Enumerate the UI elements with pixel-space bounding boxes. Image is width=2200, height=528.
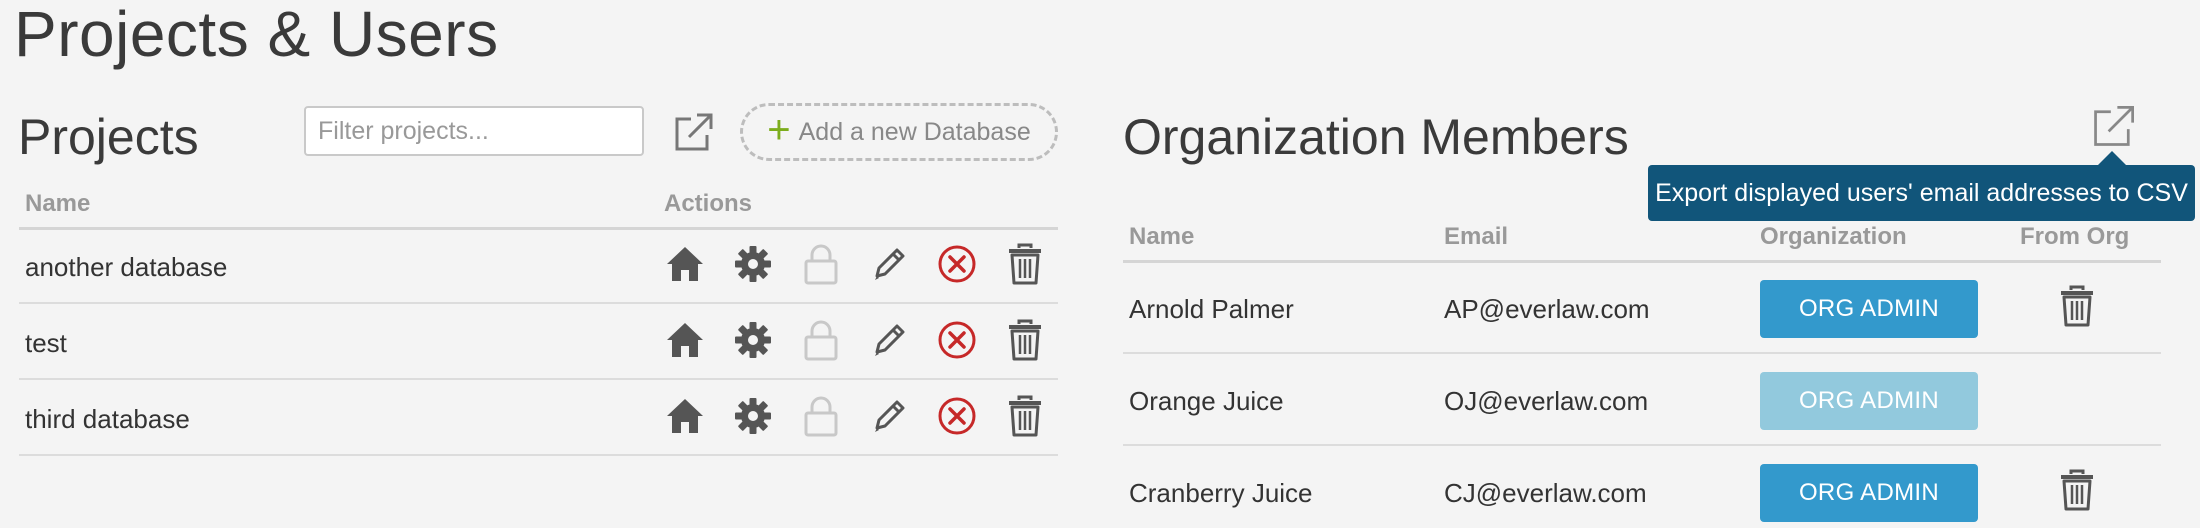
pencil-button[interactable] — [867, 320, 911, 364]
home-button[interactable] — [663, 396, 707, 440]
member-row: Orange Juice OJ@everlaw.com ORG ADMIN — [1123, 354, 2161, 446]
home-icon — [665, 397, 705, 440]
close-circle-button[interactable] — [935, 244, 979, 288]
remove-member-button[interactable] — [2055, 469, 2099, 516]
projects-heading: Projects — [18, 109, 199, 165]
pencil-icon — [869, 396, 909, 441]
close-circle-icon — [937, 320, 977, 365]
trash-button[interactable] — [1003, 319, 1047, 366]
org-admin-button[interactable]: ORG ADMIN — [1760, 372, 1978, 430]
close-circle-button[interactable] — [935, 320, 979, 364]
row-divider — [19, 454, 1058, 456]
gear-button[interactable] — [731, 320, 775, 364]
gear-icon — [733, 244, 773, 289]
pencil-button[interactable] — [867, 396, 911, 440]
member-email: AP@everlaw.com — [1444, 294, 1650, 324]
project-row: another database — [19, 228, 1058, 304]
home-button[interactable] — [663, 244, 707, 288]
projects-col-actions: Actions — [664, 190, 753, 217]
member-name: Orange Juice — [1129, 386, 1284, 416]
gear-button[interactable] — [731, 396, 775, 440]
project-name: third database — [25, 404, 190, 434]
home-button[interactable] — [663, 320, 707, 364]
export-projects-button[interactable] — [668, 108, 718, 158]
lock-icon — [803, 243, 839, 290]
external-link-icon — [675, 113, 713, 151]
pencil-button[interactable] — [867, 244, 911, 288]
home-icon — [665, 245, 705, 288]
members-heading: Organization Members — [1123, 109, 1629, 165]
page-title: Projects & Users — [14, 0, 499, 70]
export-members-button[interactable] — [2086, 100, 2140, 154]
lock-icon — [803, 319, 839, 366]
add-database-button[interactable]: + Add a new Database — [740, 103, 1058, 161]
lock-button[interactable] — [799, 396, 843, 440]
trash-button[interactable] — [1003, 243, 1047, 290]
org-admin-button[interactable]: ORG ADMIN — [1760, 464, 1978, 522]
members-col-organization: Organization — [1760, 223, 1907, 250]
project-row: test — [19, 304, 1058, 380]
remove-member-button[interactable] — [2055, 285, 2099, 332]
close-circle-icon — [937, 396, 977, 441]
external-link-icon — [2094, 106, 2134, 146]
close-circle-icon — [937, 244, 977, 289]
trash-icon — [1007, 243, 1043, 290]
member-row: Cranberry Juice CJ@everlaw.com ORG ADMIN — [1123, 446, 2161, 528]
lock-icon — [803, 395, 839, 442]
lock-button[interactable] — [799, 244, 843, 288]
add-database-label: Add a new Database — [798, 117, 1031, 146]
trash-icon — [1007, 395, 1043, 442]
project-name: another database — [25, 252, 228, 282]
member-email: CJ@everlaw.com — [1444, 478, 1647, 508]
members-col-from-org: From Org — [2020, 223, 2130, 250]
filter-projects-input[interactable] — [304, 106, 644, 156]
plus-icon: + — [767, 108, 791, 152]
org-admin-button[interactable]: ORG ADMIN — [1760, 280, 1978, 338]
member-name: Cranberry Juice — [1129, 478, 1313, 508]
member-row: Arnold Palmer AP@everlaw.com ORG ADMIN — [1123, 262, 2161, 354]
member-email: OJ@everlaw.com — [1444, 386, 1649, 416]
pencil-icon — [869, 320, 909, 365]
project-row: third database — [19, 380, 1058, 456]
gear-button[interactable] — [731, 244, 775, 288]
gear-icon — [733, 396, 773, 441]
trash-icon — [1007, 319, 1043, 366]
pencil-icon — [869, 244, 909, 289]
gear-icon — [733, 320, 773, 365]
home-icon — [665, 321, 705, 364]
project-name: test — [25, 328, 67, 358]
tooltip-arrow — [2098, 151, 2126, 165]
member-name: Arnold Palmer — [1129, 294, 1294, 324]
trash-icon — [2059, 285, 2095, 332]
members-col-email: Email — [1444, 223, 1509, 250]
trash-button[interactable] — [1003, 395, 1047, 442]
lock-button[interactable] — [799, 320, 843, 364]
trash-icon — [2059, 469, 2095, 516]
export-tooltip: Export displayed users' email addresses … — [1648, 165, 2195, 221]
close-circle-button[interactable] — [935, 396, 979, 440]
members-col-name: Name — [1129, 223, 1195, 250]
projects-col-name: Name — [25, 190, 91, 217]
